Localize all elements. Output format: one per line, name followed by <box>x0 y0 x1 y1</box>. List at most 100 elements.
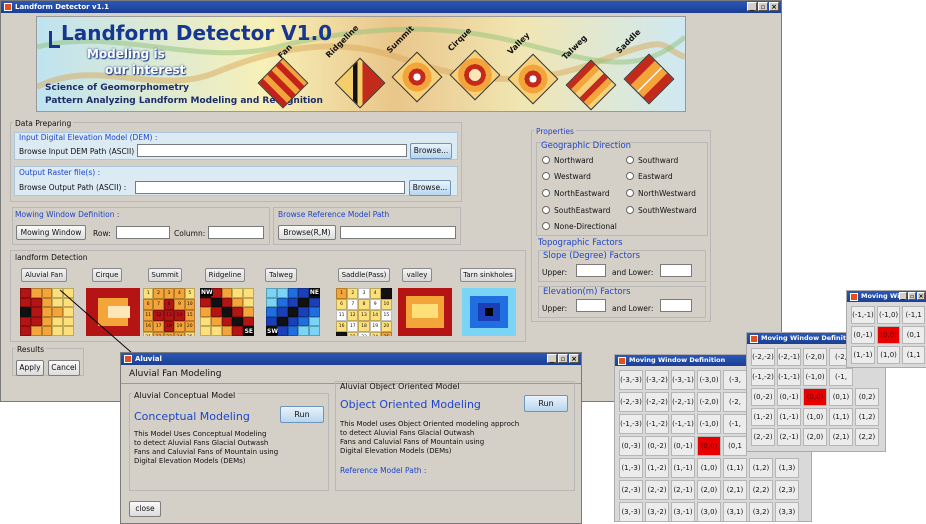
mw-cell[interactable]: (2,1) <box>829 428 853 446</box>
mw-cell[interactable]: (2,-2) <box>751 428 775 446</box>
talweg-button[interactable]: Talweg <box>265 268 297 282</box>
saddle-pass-button[interactable]: Saddle(Pass) <box>338 268 390 282</box>
mw-cell[interactable]: (-2, <box>723 392 747 412</box>
aluvial-minimize-button[interactable]: _ <box>547 354 557 363</box>
mw-cell[interactable]: (-1,0) <box>803 368 827 386</box>
cirque-button[interactable]: Cirque <box>92 268 122 282</box>
mw-cell[interactable]: (-1,-1) <box>851 306 875 324</box>
mw-cell[interactable]: (1,-3) <box>619 458 643 478</box>
mw-cell[interactable]: (3,0) <box>697 502 721 522</box>
mw-cell[interactable]: (2,0) <box>697 480 721 500</box>
conceptual-run-button[interactable]: Run <box>280 406 324 423</box>
mw-cell[interactable]: (1,-1) <box>851 346 875 364</box>
mw-cell[interactable]: (-3,-3) <box>619 370 643 390</box>
mw-cell[interactable]: (-2,0) <box>803 348 827 366</box>
mw-cell[interactable]: (-3,-1) <box>671 370 695 390</box>
mw-cell[interactable]: (2,-1) <box>671 480 695 500</box>
mw-cell[interactable]: (1,-1) <box>777 408 801 426</box>
mw-cell[interactable]: (1,0) <box>697 458 721 478</box>
dem-path-input[interactable] <box>137 144 407 157</box>
radio-southward[interactable]: Southward <box>626 156 678 165</box>
mw-cell[interactable]: (-2,-3) <box>619 392 643 412</box>
mw-cell[interactable]: (1,2) <box>749 458 773 478</box>
tarn-sinkholes-button[interactable]: Tarn sinkholes <box>460 268 516 282</box>
reference-path-input[interactable] <box>340 226 456 239</box>
mw-cell[interactable]: (2,-1) <box>777 428 801 446</box>
aluvial-close-button[interactable]: close <box>129 501 161 517</box>
slope-lower-input[interactable] <box>660 264 692 277</box>
browse-dem-button[interactable]: Browse... <box>410 143 452 159</box>
aluvial-maximize-button[interactable]: ▫ <box>558 354 568 363</box>
mw-cell[interactable]: (0,-3) <box>619 436 643 456</box>
mw-cell[interactable]: (0,-2) <box>645 436 669 456</box>
apply-button[interactable]: Apply <box>16 360 44 376</box>
radio-eastward[interactable]: Eastward <box>626 172 673 181</box>
radio-northeastward[interactable]: NorthEastward <box>542 189 610 198</box>
mw-cell[interactable]: (-2,-1) <box>671 392 695 412</box>
mw-cell[interactable]: (0,0) <box>803 388 827 406</box>
elevation-lower-input[interactable] <box>660 299 692 312</box>
browse-output-button[interactable]: Browse... <box>409 180 451 196</box>
aluvial-fan-button[interactable]: Aluvial Fan <box>21 268 67 282</box>
mw-cell[interactable]: (-1,0) <box>876 306 901 324</box>
mw-cell[interactable]: (-3,0) <box>697 370 721 390</box>
mw-cell[interactable]: (0,-1) <box>671 436 695 456</box>
mw-cell[interactable]: (-1, <box>829 368 853 386</box>
mw-cell[interactable]: (-1,-1) <box>671 414 695 434</box>
mw-cell[interactable]: (-1,0) <box>697 414 721 434</box>
elevation-upper-input[interactable] <box>576 299 606 312</box>
mw-cell[interactable]: (-3, <box>723 370 747 390</box>
column-input[interactable] <box>208 226 264 239</box>
mw-cell[interactable]: (-1,1 <box>902 306 925 324</box>
mw-cell[interactable]: (-1,-2) <box>751 368 775 386</box>
mw-cell[interactable]: (0,-2) <box>751 388 775 406</box>
mw-cell[interactable]: (1,0) <box>803 408 827 426</box>
mw-cell[interactable]: (-2,-2) <box>645 392 669 412</box>
mw-cell[interactable]: (3,-3) <box>619 502 643 522</box>
mw-cell[interactable]: (2,-3) <box>619 480 643 500</box>
browse-reference-button[interactable]: Browse(R,M) <box>278 225 336 240</box>
mw3-minimize-button[interactable]: _ <box>899 292 907 300</box>
mw3-maximize-button[interactable]: ▫ <box>908 292 916 300</box>
mw-cell[interactable]: (0,-1) <box>851 326 875 344</box>
mw-cell[interactable]: (2,2) <box>855 428 879 446</box>
mw-cell[interactable]: (0,1 <box>723 436 747 456</box>
minimize-button[interactable]: _ <box>747 2 757 11</box>
mw-cell[interactable]: (1,1) <box>723 458 747 478</box>
mw-cell[interactable]: (3,2) <box>749 502 773 522</box>
radio-westward[interactable]: Westward <box>542 172 591 181</box>
mw-cell[interactable]: (-2,-2) <box>751 348 775 366</box>
mw-cell[interactable]: (2,0) <box>803 428 827 446</box>
aluvial-close-icon[interactable]: × <box>569 354 579 363</box>
mw-cell[interactable]: (2,2) <box>749 480 773 500</box>
mw-cell[interactable]: (1,2) <box>855 408 879 426</box>
valley-button[interactable]: valley <box>402 268 432 282</box>
mw3-close-button[interactable]: × <box>917 292 925 300</box>
radio-southeastward[interactable]: SouthEastward <box>542 206 610 215</box>
mw-cell[interactable]: (-2,-1) <box>777 348 801 366</box>
mw-cell[interactable]: (1,1) <box>829 408 853 426</box>
slope-upper-input[interactable] <box>576 264 606 277</box>
mw-cell[interactable]: (0,-1) <box>777 388 801 406</box>
mw-cell[interactable]: (2,-2) <box>645 480 669 500</box>
mw-cell[interactable]: (1,-2) <box>645 458 669 478</box>
mw-cell[interactable]: (-1,-1) <box>777 368 801 386</box>
mw-cell[interactable]: (0,1 <box>902 326 925 344</box>
mw-cell[interactable]: (0,0) <box>876 326 901 344</box>
mw-cell[interactable]: (3,1) <box>723 502 747 522</box>
mw-cell[interactable]: (2,3) <box>775 480 799 500</box>
mw-cell[interactable]: (2,1) <box>723 480 747 500</box>
moving-window-button[interactable]: Mowing Window <box>16 225 86 240</box>
radio-southwestward[interactable]: SouthWestward <box>626 206 697 215</box>
radio-northwestward[interactable]: NorthWestward <box>626 189 696 198</box>
radio-non-directional[interactable]: None-Directional <box>542 222 617 231</box>
mw-cell[interactable]: (1,3) <box>775 458 799 478</box>
mw-cell[interactable]: (1,-1) <box>671 458 695 478</box>
mw-cell[interactable]: (-1,-2) <box>645 414 669 434</box>
output-path-input[interactable] <box>135 181 405 194</box>
cancel-button[interactable]: Cancel <box>48 360 80 376</box>
mw-cell[interactable]: (0,1) <box>829 388 853 406</box>
object-oriented-run-button[interactable]: Run <box>524 395 568 412</box>
mw-cell[interactable]: (3,-1) <box>671 502 695 522</box>
summit-button[interactable]: Summit <box>148 268 182 282</box>
